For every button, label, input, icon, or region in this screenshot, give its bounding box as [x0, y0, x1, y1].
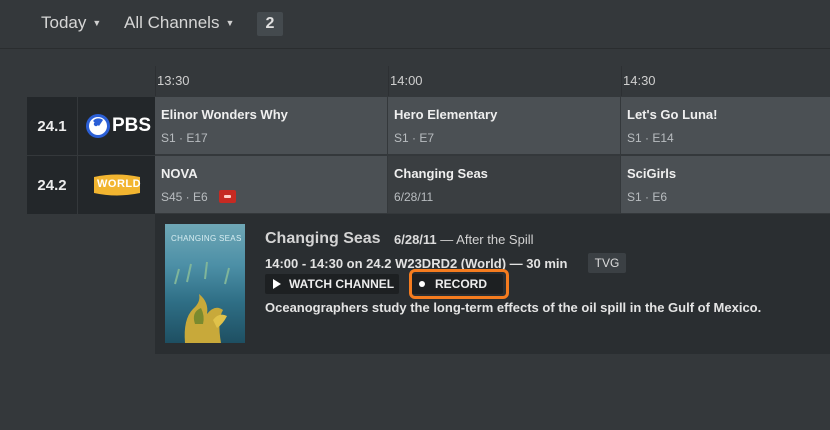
- header-divider: [0, 48, 830, 49]
- coral-illustration-icon: [174, 261, 230, 343]
- program-title: Elinor Wonders Why: [161, 107, 288, 122]
- date-dropdown[interactable]: Today ▼: [41, 13, 101, 33]
- time-tick: [388, 66, 389, 96]
- time-label: 13:30: [157, 73, 190, 88]
- program-poster: CHANGING SEAS: [165, 224, 245, 343]
- program-episode: S45 · E6: [161, 190, 208, 204]
- program-title: Hero Elementary: [394, 107, 498, 122]
- program-cell-selected[interactable]: Changing Seas 6/28/11: [388, 156, 620, 213]
- detail-meta: 6/28/11 — After the Spill: [394, 232, 534, 247]
- time-tick: [155, 66, 156, 96]
- play-icon: [273, 279, 281, 289]
- record-dot-icon: [419, 281, 425, 287]
- channel-logo-text: WORLD: [97, 178, 142, 190]
- date-dropdown-label: Today: [41, 13, 87, 32]
- program-episode: S1 · E17: [161, 131, 208, 145]
- program-cell[interactable]: SciGirls S1 · E6: [621, 156, 830, 213]
- pbs-logo[interactable]: PBS: [78, 97, 155, 155]
- count-badge[interactable]: 2: [257, 12, 283, 36]
- channel-logo-text: PBS: [112, 115, 152, 136]
- watch-channel-button[interactable]: WATCH CHANNEL: [265, 274, 399, 294]
- program-episode: S1 · E14: [627, 131, 674, 145]
- caret-down-icon: ▼: [225, 18, 235, 28]
- rating-badge: TVG: [588, 253, 626, 273]
- detail-date: 6/28/11: [394, 232, 437, 247]
- program-cell[interactable]: Elinor Wonders Why S1 · E17: [155, 97, 387, 154]
- channel-number: 24.1: [27, 97, 77, 155]
- program-title: Changing Seas: [394, 166, 488, 181]
- program-episode: S1 · E7: [394, 131, 435, 145]
- program-title: Let's Go Luna!: [627, 107, 718, 122]
- time-ruler: 13:30 14:00 14:30: [0, 66, 830, 96]
- record-button[interactable]: RECORD: [411, 274, 503, 294]
- time-label: 14:00: [390, 73, 423, 88]
- top-bar: Today ▼ All Channels ▼ 2: [0, 0, 830, 48]
- program-detail-panel: CHANGING SEAS Changing Seas 6/28/11 — Af…: [155, 214, 830, 354]
- program-episode: S1 · E6: [627, 190, 668, 204]
- recording-scheduled-icon: [219, 190, 237, 204]
- world-logo[interactable]: WORLD: [78, 156, 155, 214]
- record-label: RECORD: [435, 277, 488, 291]
- program-episode: 6/28/11: [394, 190, 434, 204]
- program-title: SciGirls: [627, 166, 677, 181]
- channel-filter-dropdown[interactable]: All Channels ▼: [124, 13, 234, 33]
- program-cell[interactable]: Let's Go Luna! S1 · E14: [621, 97, 830, 154]
- time-tick: [621, 66, 622, 96]
- detail-episode-title: — After the Spill: [440, 232, 534, 247]
- detail-title: Changing Seas: [265, 230, 381, 247]
- channel-row: 24.2 WORLD NOVA S45 · E6 Changing Seas 6…: [27, 156, 830, 214]
- program-cell[interactable]: NOVA S45 · E6: [155, 156, 387, 213]
- channel-filter-label: All Channels: [124, 13, 220, 32]
- program-cell[interactable]: Hero Elementary S1 · E7: [388, 97, 620, 154]
- detail-schedule: 14:00 - 14:30 on 24.2 W23DRD2 (World) — …: [265, 256, 568, 271]
- detail-description: Oceanographers study the long-term effec…: [265, 300, 762, 315]
- watch-channel-label: WATCH CHANNEL: [289, 277, 395, 291]
- channel-number: 24.2: [27, 156, 77, 214]
- channel-row: 24.1 PBS Elinor Wonders Why S1 · E17 Her…: [27, 97, 830, 155]
- program-title: NOVA: [161, 166, 198, 181]
- caret-down-icon: ▼: [92, 18, 102, 28]
- time-label: 14:30: [623, 73, 656, 88]
